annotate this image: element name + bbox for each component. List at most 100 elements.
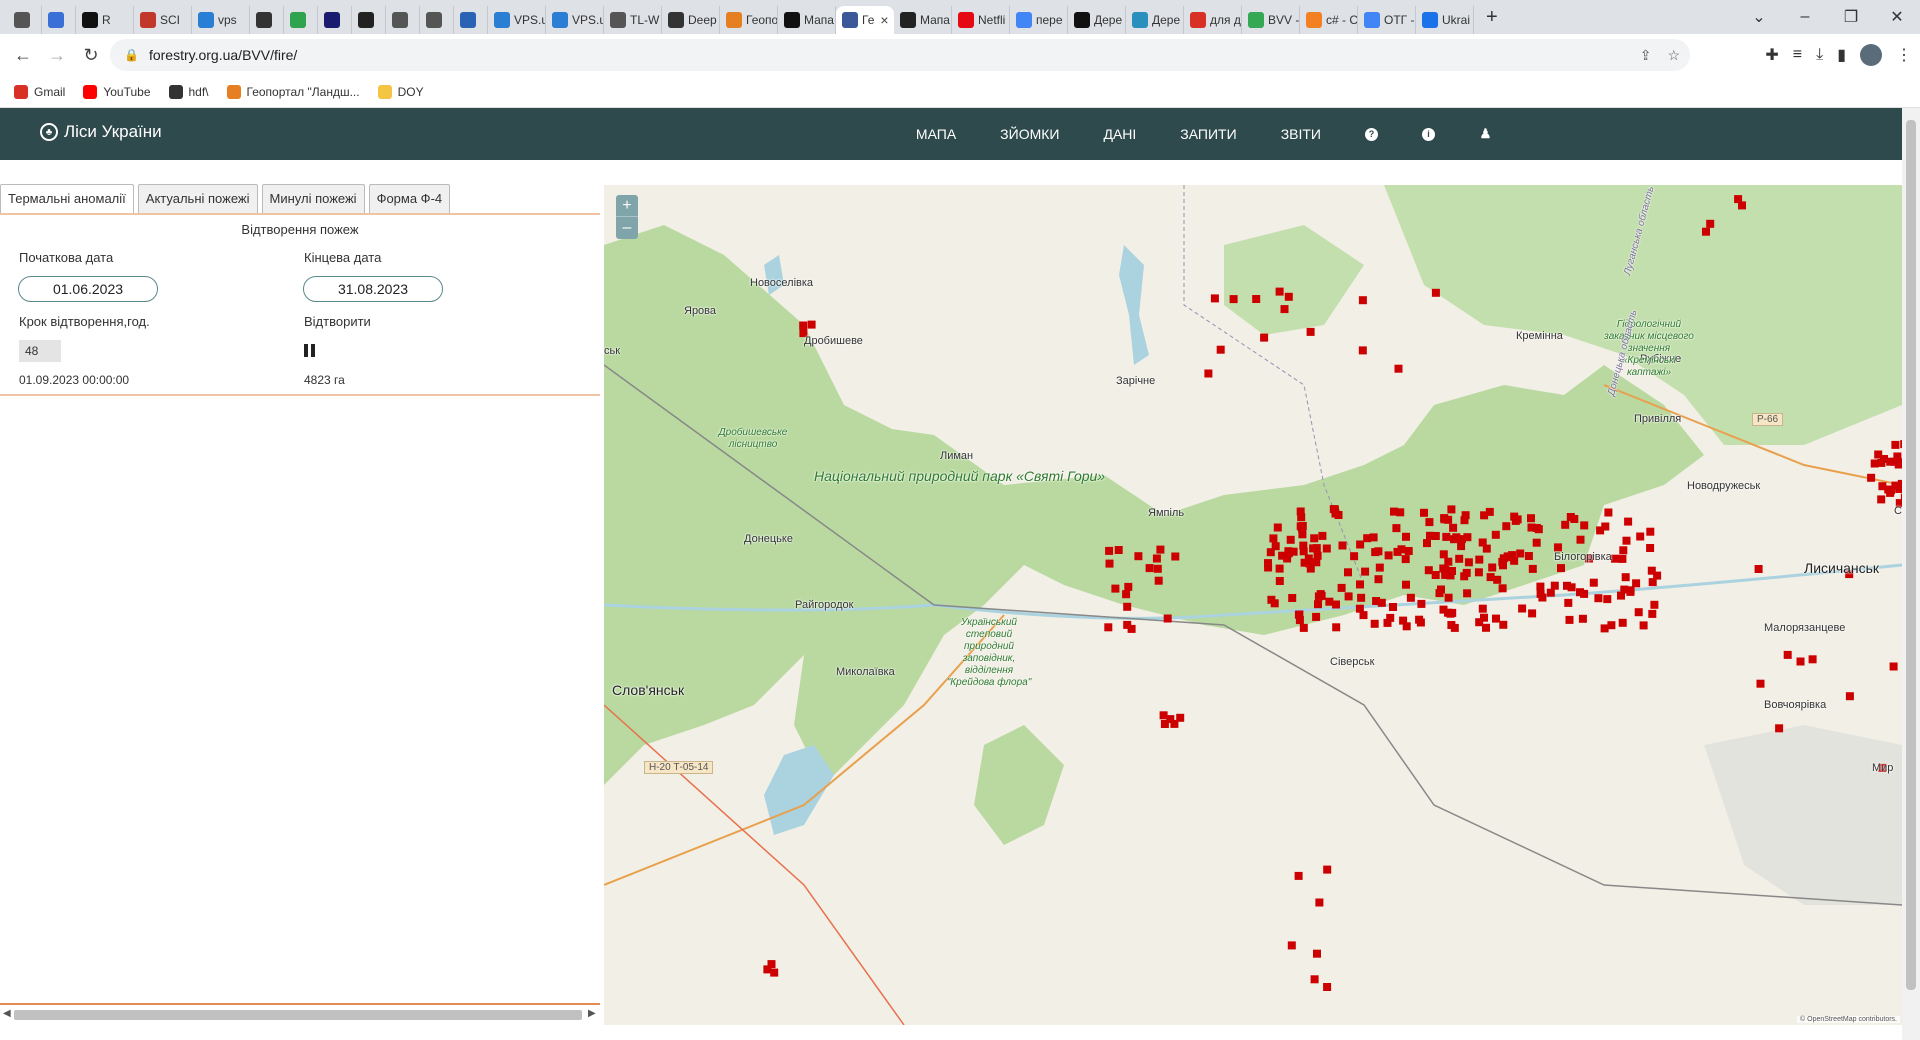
fire-point[interactable]: [1488, 563, 1497, 572]
fire-point[interactable]: [1502, 522, 1511, 531]
fire-point[interactable]: [1271, 542, 1280, 551]
fire-point[interactable]: [1783, 650, 1792, 659]
map-attribution[interactable]: © OpenStreetMap contributors.: [1797, 1016, 1900, 1023]
back-icon[interactable]: ←: [6, 45, 40, 66]
bookmark-star-icon[interactable]: ☆: [1667, 47, 1680, 64]
fire-point[interactable]: [1576, 588, 1584, 597]
fire-point[interactable]: [1475, 555, 1484, 564]
nav-item-reports[interactable]: ЗВІТИ: [1281, 126, 1321, 142]
fire-point[interactable]: [1314, 600, 1322, 609]
forward-icon[interactable]: →: [40, 45, 74, 66]
fire-point[interactable]: [1594, 594, 1603, 603]
fire-point[interactable]: [1435, 589, 1444, 598]
minimize-icon[interactable]: –: [1782, 8, 1828, 26]
fire-point[interactable]: [1375, 563, 1384, 572]
browser-tab[interactable]: vps: [192, 6, 250, 34]
media-icon[interactable]: ≡: [1793, 46, 1802, 64]
fire-point[interactable]: [1300, 558, 1309, 567]
fire-point[interactable]: [1463, 589, 1472, 598]
fire-point[interactable]: [1153, 564, 1162, 573]
fire-point[interactable]: [1845, 692, 1854, 701]
fire-point[interactable]: [1442, 532, 1451, 541]
fire-point[interactable]: [1105, 546, 1114, 555]
fire-point[interactable]: [1374, 575, 1383, 584]
fire-point[interactable]: [1754, 565, 1763, 573]
fire-point[interactable]: [1424, 566, 1433, 575]
fire-point[interactable]: [1474, 568, 1483, 577]
fire-point[interactable]: [1270, 599, 1279, 608]
browser-tab[interactable]: Мапа: [778, 6, 836, 34]
fire-point[interactable]: [1392, 524, 1401, 533]
browser-tab[interactable]: R: [76, 6, 134, 34]
fire-point[interactable]: [1604, 508, 1613, 517]
fire-point[interactable]: [1323, 983, 1332, 991]
fire-point[interactable]: [1492, 614, 1500, 623]
fire-point[interactable]: [1448, 608, 1457, 617]
fire-point[interactable]: [799, 321, 808, 330]
fire-point[interactable]: [1647, 566, 1656, 575]
fire-point[interactable]: [1444, 593, 1453, 602]
fire-point[interactable]: [1650, 600, 1659, 609]
fire-point[interactable]: [1622, 536, 1631, 545]
extensions-icon[interactable]: ✚: [1765, 45, 1778, 65]
fire-point[interactable]: [1154, 576, 1163, 585]
fire-point[interactable]: [1309, 544, 1318, 553]
fire-point[interactable]: [1401, 555, 1410, 564]
fire-point[interactable]: [1163, 614, 1172, 623]
help-icon[interactable]: ?: [1365, 127, 1378, 141]
browser-tab[interactable]: [42, 6, 76, 34]
fire-point[interactable]: [1441, 570, 1450, 579]
fire-point[interactable]: [1546, 588, 1555, 597]
fire-point[interactable]: [1449, 523, 1458, 532]
fire-point[interactable]: [1417, 599, 1426, 608]
fire-point[interactable]: [770, 968, 779, 977]
fire-point[interactable]: [1332, 623, 1341, 632]
fire-point[interactable]: [1557, 564, 1565, 573]
fire-point[interactable]: [1439, 550, 1448, 559]
fire-point[interactable]: [1499, 620, 1508, 629]
fire-point[interactable]: [1287, 941, 1296, 950]
fire-point[interactable]: [1576, 535, 1585, 544]
fire-point[interactable]: [1280, 305, 1289, 314]
fire-point[interactable]: [1358, 346, 1367, 355]
fire-point[interactable]: [1534, 525, 1543, 534]
fire-point[interactable]: [1350, 552, 1359, 561]
fire-point[interactable]: [1216, 345, 1225, 354]
pause-icon[interactable]: [304, 344, 316, 357]
fire-point[interactable]: [1891, 440, 1900, 449]
bookmark-item[interactable]: Gmail: [14, 84, 65, 99]
fire-point[interactable]: [1374, 547, 1383, 556]
browser-tab[interactable]: Дере: [1126, 6, 1184, 34]
fire-point[interactable]: [1124, 582, 1133, 591]
fire-point[interactable]: [1396, 508, 1405, 517]
zoom-in-button[interactable]: +: [616, 195, 638, 217]
fire-point[interactable]: [1455, 554, 1464, 563]
fire-point[interactable]: [1397, 545, 1406, 554]
fire-point[interactable]: [1565, 615, 1574, 624]
fire-point[interactable]: [1406, 593, 1415, 602]
browser-tab[interactable]: Ге ×: [836, 6, 894, 34]
scroll-right-icon[interactable]: ▶: [588, 1008, 596, 1019]
fire-point[interactable]: [1204, 369, 1213, 378]
browser-tab[interactable]: для д: [1184, 6, 1242, 34]
fire-point[interactable]: [1402, 622, 1411, 631]
fire-point[interactable]: [1440, 515, 1449, 524]
share-icon[interactable]: ⇪: [1640, 47, 1652, 64]
fire-point[interactable]: [1895, 485, 1902, 493]
fire-point[interactable]: [1425, 518, 1434, 527]
fire-point[interactable]: [1420, 508, 1428, 517]
close-window-icon[interactable]: ✕: [1874, 7, 1920, 27]
fire-point[interactable]: [1310, 975, 1319, 984]
fire-point[interactable]: [1450, 535, 1458, 544]
fire-point[interactable]: [1318, 531, 1327, 540]
fire-point[interactable]: [1796, 657, 1805, 666]
browser-tab[interactable]: Мапа: [894, 6, 952, 34]
browser-tab[interactable]: SCI: [134, 6, 192, 34]
fire-point[interactable]: [1464, 558, 1473, 567]
fire-point[interactable]: [1893, 452, 1902, 461]
browser-tab[interactable]: [352, 6, 386, 34]
fire-point[interactable]: [1310, 534, 1319, 543]
fire-point[interactable]: [1561, 520, 1570, 529]
fire-point[interactable]: [1275, 287, 1284, 296]
fire-point[interactable]: [1564, 598, 1573, 607]
